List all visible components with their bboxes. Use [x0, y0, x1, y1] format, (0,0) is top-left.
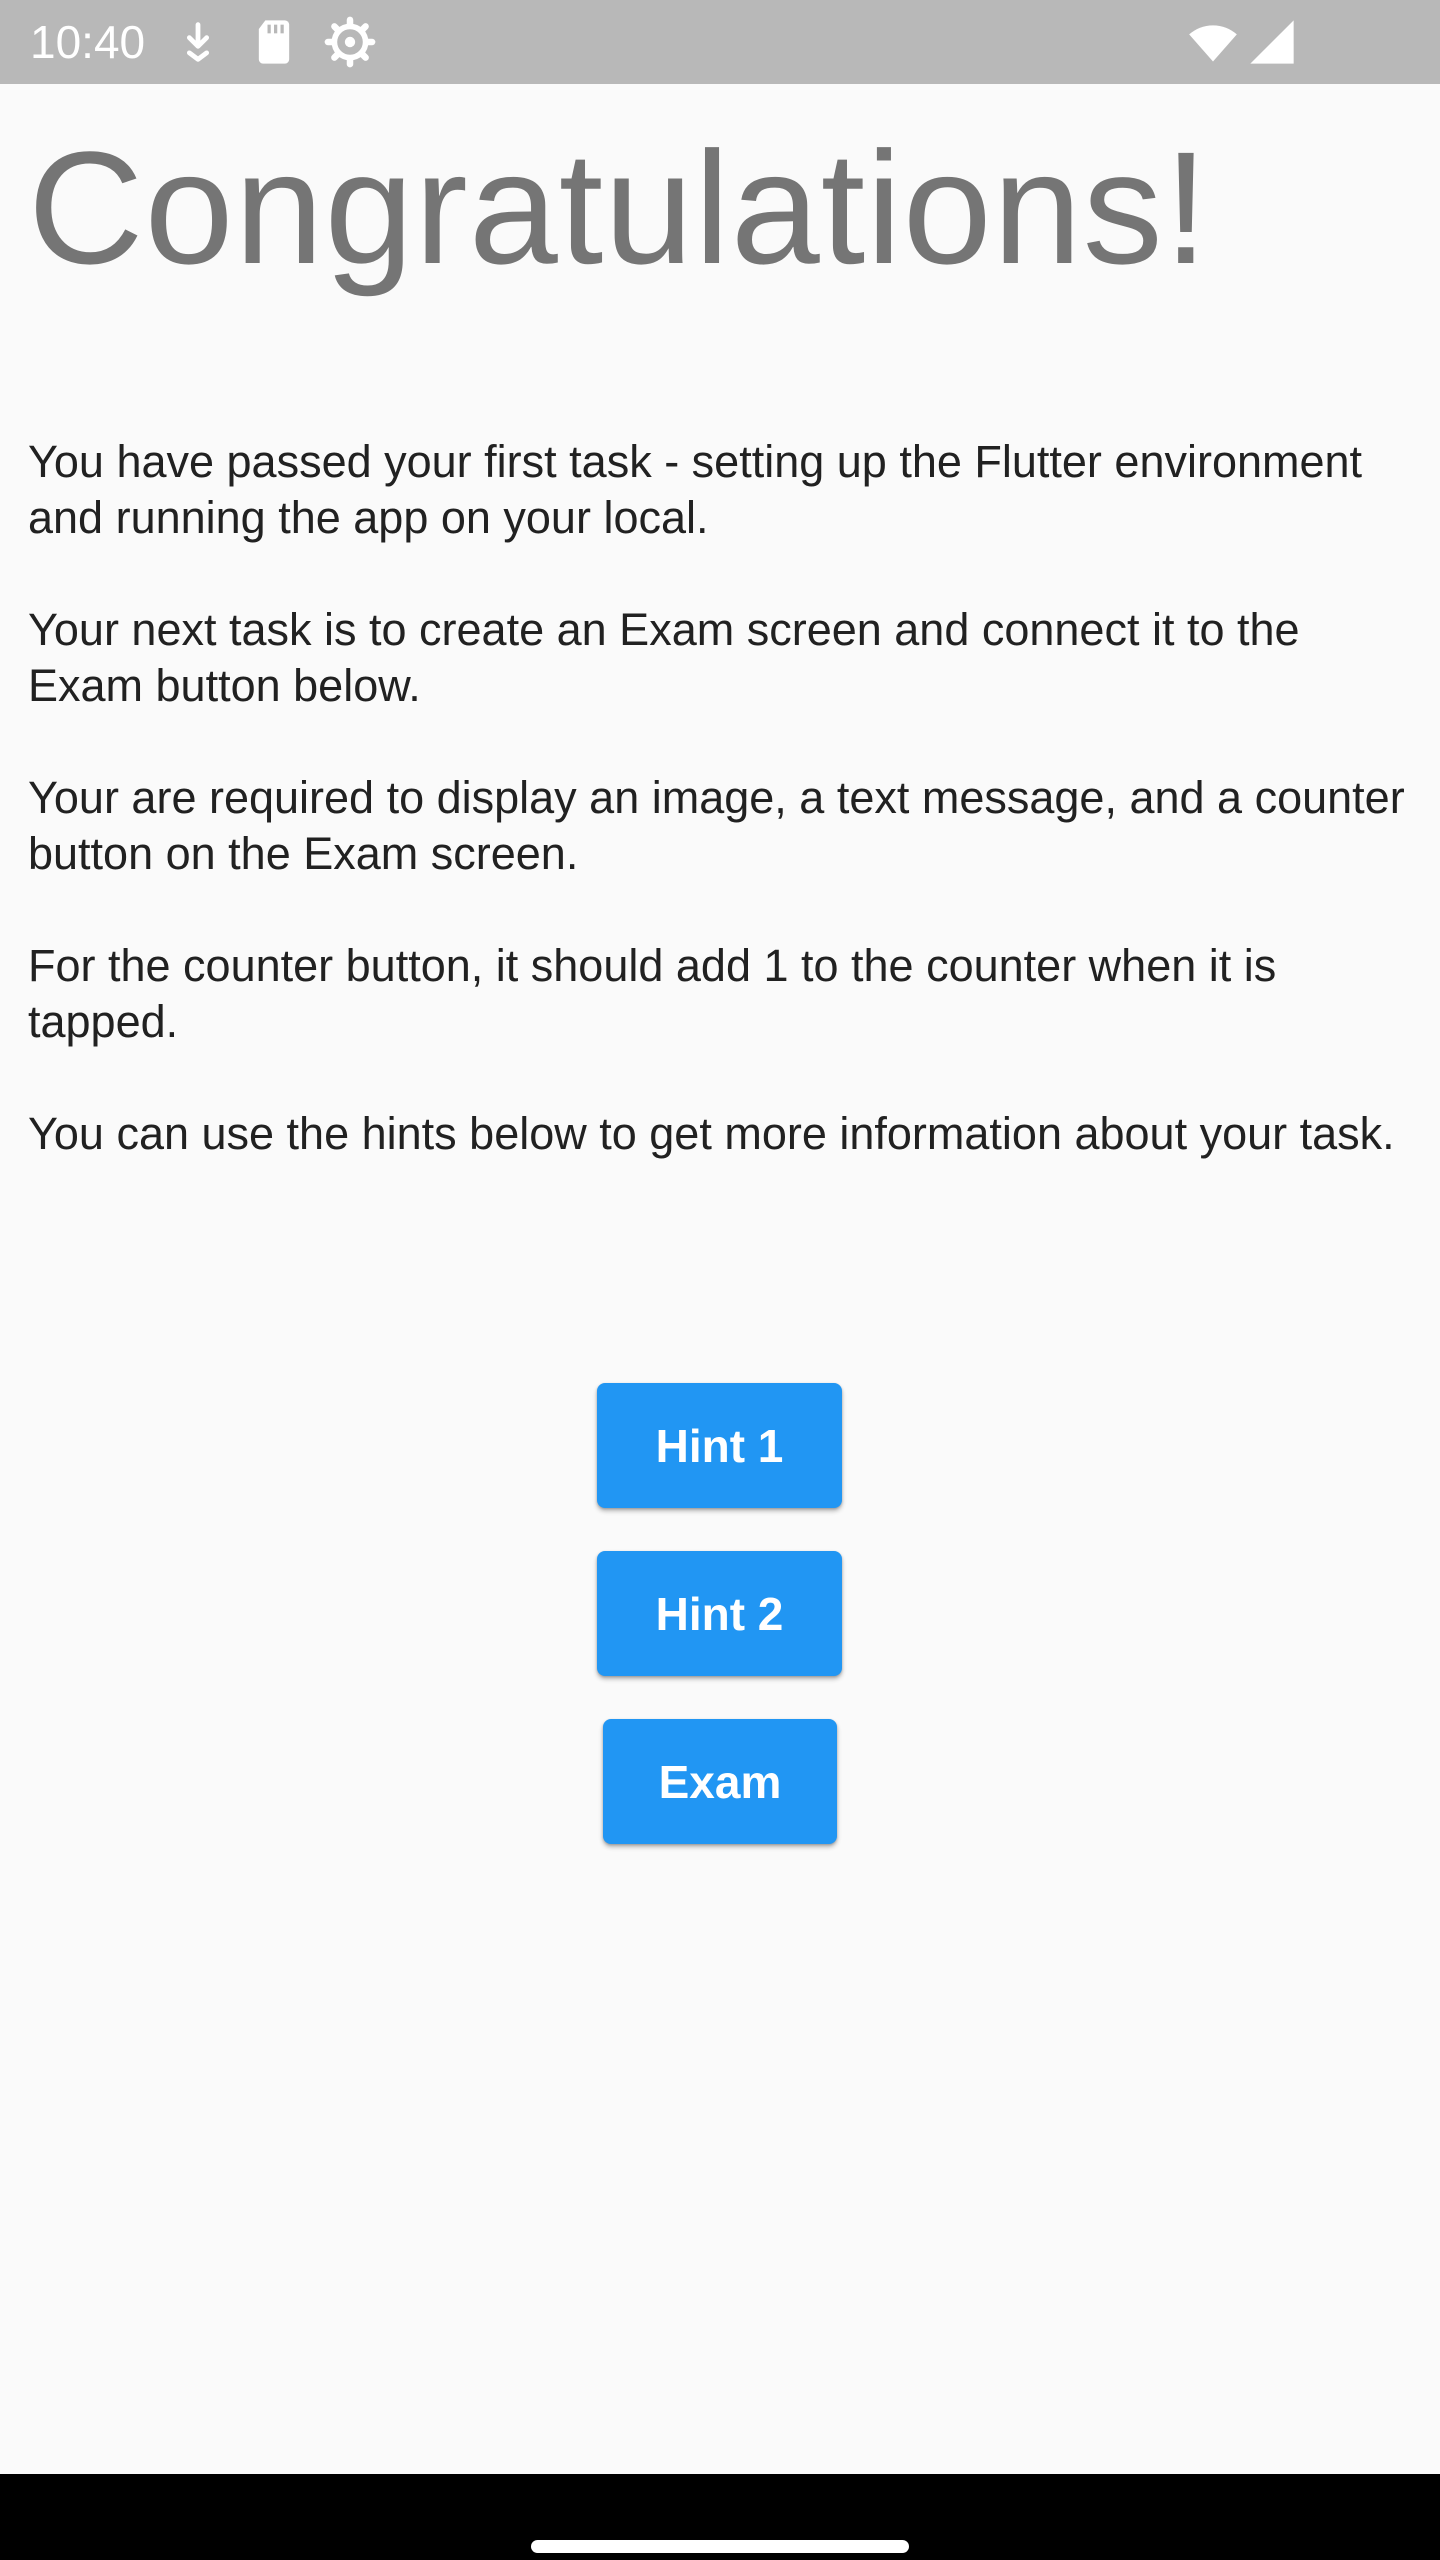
paragraph-requirements: Your are required to display an image, a…	[28, 772, 1405, 879]
sd-card-icon	[248, 16, 300, 68]
settings-icon	[324, 16, 376, 68]
instructions-text: You have passed your first task - settin…	[28, 434, 1418, 1218]
hint-1-button[interactable]: Hint 1	[597, 1383, 842, 1508]
paragraph-next-task: Your next task is to create an Exam scre…	[28, 604, 1300, 711]
home-handle[interactable]	[531, 2540, 909, 2553]
download-icon	[172, 16, 224, 68]
app-screen: 10:40 Congratulations! You have passed y…	[0, 0, 1440, 2560]
status-time: 10:40	[30, 16, 146, 68]
exam-button[interactable]: Exam	[603, 1719, 837, 1844]
paragraph-hints: You can use the hints below to get more …	[28, 1108, 1395, 1159]
wifi-icon	[1184, 16, 1242, 68]
status-bar: 10:40	[0, 0, 1440, 84]
paragraph-counter: For the counter button, it should add 1 …	[28, 940, 1277, 1047]
paragraph-intro: You have passed your first task - settin…	[28, 436, 1363, 543]
signal-icon	[1246, 16, 1298, 68]
page-title: Congratulations!	[28, 118, 1210, 297]
hint-2-button[interactable]: Hint 2	[597, 1551, 842, 1676]
